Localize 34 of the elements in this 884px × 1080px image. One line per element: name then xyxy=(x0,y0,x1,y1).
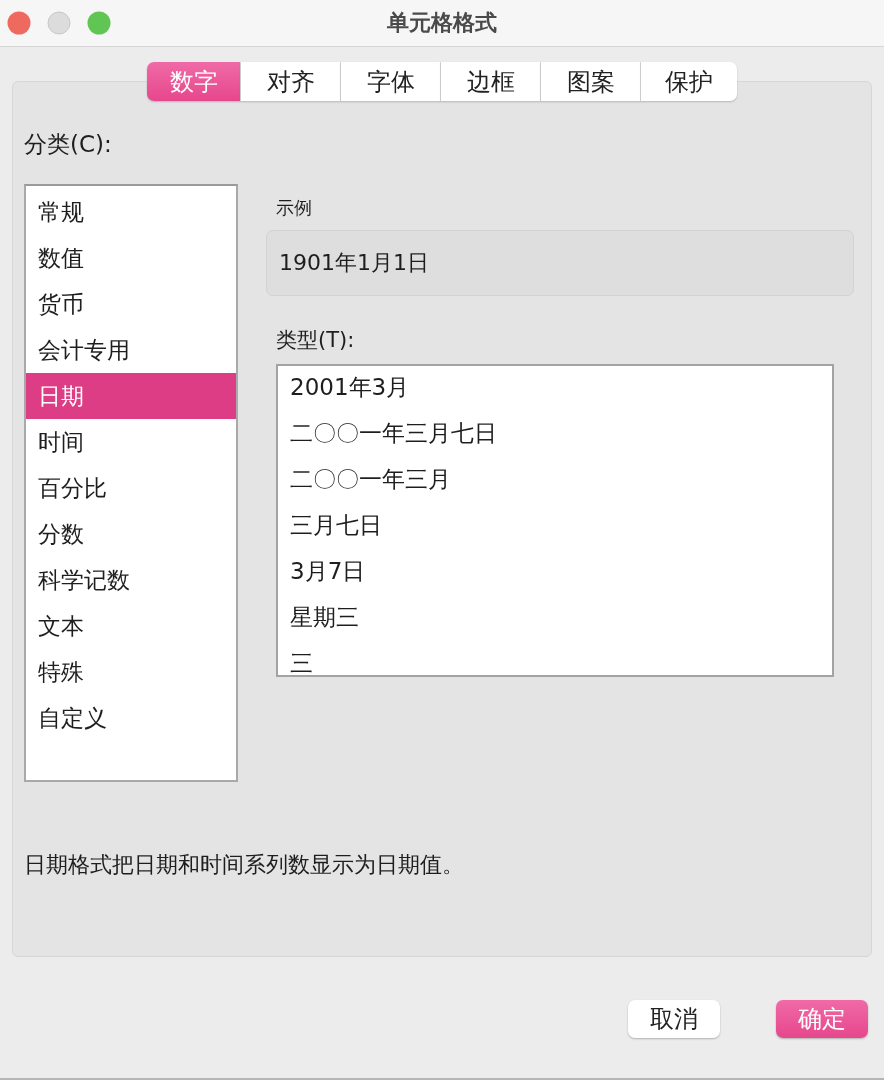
description-text: 日期格式把日期和时间系列数显示为日期值。 xyxy=(24,851,464,879)
category-item[interactable]: 特殊 xyxy=(26,649,236,695)
type-item[interactable]: 二〇〇一年三月七日 xyxy=(278,413,832,459)
type-item[interactable]: 3月7日 xyxy=(278,551,832,597)
category-item[interactable]: 文本 xyxy=(26,603,236,649)
maximize-icon[interactable] xyxy=(87,11,111,35)
type-item[interactable]: 星期三 xyxy=(278,597,832,643)
tab[interactable]: 字体 xyxy=(341,62,441,101)
category-item[interactable]: 货币 xyxy=(26,281,236,327)
category-item[interactable]: 会计专用 xyxy=(26,327,236,373)
category-item[interactable]: 百分比 xyxy=(26,465,236,511)
tab[interactable]: 图案 xyxy=(541,62,641,101)
minimize-icon[interactable] xyxy=(47,11,71,35)
cancel-button[interactable]: 取消 xyxy=(628,1000,720,1038)
category-item[interactable]: 分数 xyxy=(26,511,236,557)
type-item[interactable]: 二〇〇一年三月 xyxy=(278,459,832,505)
tab[interactable]: 边框 xyxy=(441,62,541,101)
category-item[interactable]: 日期 xyxy=(26,373,236,419)
tab[interactable]: 对齐 xyxy=(241,62,341,101)
category-item[interactable]: 自定义 xyxy=(26,695,236,741)
category-item[interactable]: 数值 xyxy=(26,235,236,281)
sample-box: 1901年1月1日 xyxy=(266,230,854,296)
window-title: 单元格格式 xyxy=(387,9,497,37)
type-label: 类型(T): xyxy=(276,327,355,354)
type-item[interactable]: 三 xyxy=(278,643,832,675)
category-item[interactable]: 常规 xyxy=(26,189,236,235)
category-label: 分类(C): xyxy=(24,130,112,159)
category-item[interactable]: 科学记数 xyxy=(26,557,236,603)
tab[interactable]: 保护 xyxy=(641,62,737,101)
close-icon[interactable] xyxy=(7,11,31,35)
category-item[interactable]: 时间 xyxy=(26,419,236,465)
type-item[interactable]: 三月七日 xyxy=(278,505,832,551)
type-item[interactable]: 2001年3月 xyxy=(278,367,832,413)
sample-label: 示例 xyxy=(276,196,312,220)
